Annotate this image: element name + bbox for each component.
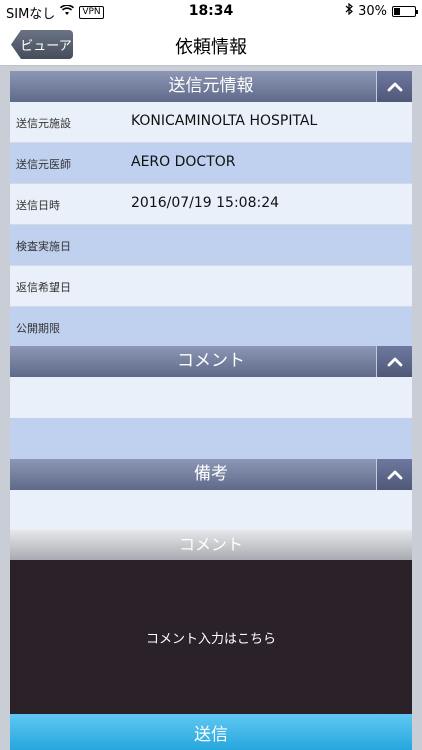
navigation-bar: ビューア 依頼情報 <box>0 22 422 66</box>
row-label: 送信元医師 <box>16 158 71 171</box>
page-title: 依頼情報 <box>175 37 247 58</box>
chevron-up-icon[interactable] <box>376 459 412 490</box>
row-label: 検査実施日 <box>16 240 71 253</box>
row-publish-deadline: 公開期限 <box>10 307 412 348</box>
bluetooth-icon <box>345 2 354 19</box>
sender-info-header[interactable]: 送信元情報 <box>10 71 412 102</box>
row-label: 公開期限 <box>16 322 60 335</box>
row-value: KONICAMINOLTA HOSPITAL <box>131 113 318 129</box>
chevron-up-icon[interactable] <box>376 71 412 102</box>
row-sent-datetime: 送信日時 2016/07/19 15:08:24 <box>10 184 412 225</box>
battery-icon <box>392 5 418 17</box>
comment-row-2 <box>10 418 412 459</box>
row-exam-date: 検査実施日 <box>10 225 412 266</box>
comment-section-header[interactable]: コメント <box>10 346 412 377</box>
comment-section-title: コメント <box>177 351 245 371</box>
remarks-section-title: 備考 <box>194 464 228 484</box>
row-sender-doctor: 送信元医師 AERO DOCTOR <box>10 143 412 184</box>
comment-input-header: コメント <box>10 530 412 560</box>
remarks-row <box>10 490 412 530</box>
remarks-section-header[interactable]: 備考 <box>10 459 412 490</box>
send-button[interactable]: 送信 <box>10 714 412 750</box>
comment-input-area[interactable]: コメント入力はこちら <box>10 560 412 714</box>
sender-info-title: 送信元情報 <box>168 76 254 96</box>
comment-placeholder: コメント入力はこちら <box>145 631 276 647</box>
row-label: 送信日時 <box>16 199 60 212</box>
status-bar: SIMなし VPN 18:34 30% <box>0 0 422 22</box>
row-label: 返信希望日 <box>16 281 71 294</box>
row-label: 送信元施設 <box>16 117 71 130</box>
chevron-up-icon[interactable] <box>376 346 412 377</box>
row-value: 2016/07/19 15:08:24 <box>131 195 280 211</box>
battery-percent: 30% <box>358 3 387 19</box>
row-sender-facility: 送信元施設 KONICAMINOLTA HOSPITAL <box>10 102 412 143</box>
row-reply-request-date: 返信希望日 <box>10 266 412 307</box>
comment-row-1 <box>10 377 412 418</box>
row-value: AERO DOCTOR <box>131 154 236 170</box>
